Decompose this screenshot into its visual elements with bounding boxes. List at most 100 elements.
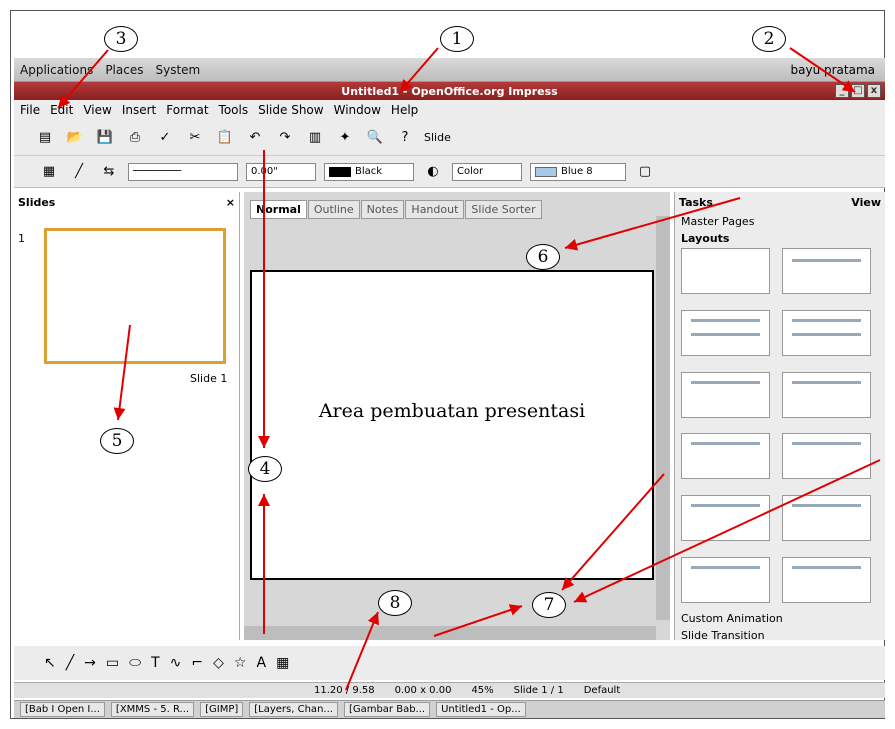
fill-mode-select[interactable]: Color [452, 162, 522, 181]
layout-blank[interactable] [681, 248, 770, 294]
menu-window[interactable]: Window [334, 103, 381, 117]
star-icon[interactable]: ☆ [234, 655, 247, 671]
save-icon[interactable]: 💾 [94, 127, 116, 149]
slide-label: Slide 1 [190, 372, 228, 385]
layout-chart[interactable] [681, 433, 770, 480]
user-name: bayu pratama [790, 62, 876, 77]
undo-icon[interactable]: ↶ [244, 127, 266, 149]
tab-normal[interactable]: Normal [250, 200, 307, 219]
restore-icon[interactable]: □ [851, 84, 865, 98]
line-tool-icon[interactable]: ╱ [66, 655, 74, 671]
arrow-style-icon[interactable]: ⇆ [98, 161, 120, 183]
tasks-title: Tasks [679, 196, 713, 209]
window-controls: _ □ x [835, 84, 881, 98]
tab-slide-sorter[interactable]: Slide Sorter [465, 200, 542, 219]
tasks-view-menu[interactable]: View [851, 196, 881, 209]
layout-title-content[interactable] [681, 309, 770, 356]
taskbar-item[interactable]: [GIMP] [200, 702, 244, 717]
layouts-section[interactable]: Layouts [675, 230, 885, 247]
layout-title-only[interactable] [782, 248, 871, 294]
taskbar-item[interactable]: [XMMS - 5. R... [110, 702, 195, 717]
fill-color-label: Blue 8 [561, 166, 593, 177]
slide-text: Area pembuatan presentasi [318, 400, 586, 422]
line-width-field[interactable]: 0.00" [246, 162, 316, 181]
layout-table[interactable] [782, 433, 871, 480]
minimize-icon[interactable]: _ [835, 84, 849, 98]
bottom-taskbar: [Bab I Open I... [XMMS - 5. R... [GIMP] … [14, 700, 885, 718]
chart-icon[interactable]: ▥ [304, 127, 326, 149]
line-icon[interactable]: ╱ [68, 161, 90, 183]
ellipse-icon[interactable]: ⬭ [129, 655, 141, 671]
connector-icon[interactable]: ⌐ [191, 655, 203, 671]
style-icon[interactable]: ▦ [38, 161, 60, 183]
layout-chart-text[interactable] [782, 557, 871, 604]
gallery-icon[interactable]: ▦ [276, 655, 289, 671]
callout-8: 8 [378, 590, 412, 616]
tab-handout[interactable]: Handout [405, 200, 465, 219]
custom-animation-section[interactable]: Custom Animation [675, 610, 885, 627]
slide-button[interactable]: Slide [424, 131, 451, 144]
tab-notes[interactable]: Notes [360, 200, 405, 219]
vertical-scrollbar[interactable] [656, 216, 670, 620]
text-icon[interactable]: T [151, 655, 160, 671]
shadow-icon[interactable]: ▢ [634, 161, 656, 183]
menu-format[interactable]: Format [166, 103, 208, 117]
curve-icon[interactable]: ∿ [170, 655, 182, 671]
applications-menu[interactable]: Applications [20, 63, 93, 77]
close-icon[interactable]: x [867, 84, 881, 98]
select-icon[interactable]: ↖ [44, 655, 56, 671]
tab-outline[interactable]: Outline [307, 200, 360, 219]
cursor-position: 11.20 / 9.58 [314, 685, 375, 696]
open-icon[interactable]: 📂 [64, 127, 86, 149]
line-color-select[interactable]: Black [324, 162, 414, 181]
menu-slideshow[interactable]: Slide Show [258, 103, 323, 117]
system-menu[interactable]: System [155, 63, 200, 77]
arrow-tool-icon[interactable]: → [84, 655, 96, 671]
layout-title-2content[interactable] [782, 309, 871, 356]
spellcheck-icon[interactable]: ✓ [154, 127, 176, 149]
window-title: Untitled1 - OpenOffice.org Impress [341, 84, 558, 98]
layout-text-clipart[interactable] [681, 557, 770, 604]
cut-icon[interactable]: ✂ [184, 127, 206, 149]
menu-help[interactable]: Help [391, 103, 418, 117]
menu-view[interactable]: View [83, 103, 111, 117]
navigator-icon[interactable]: ✦ [334, 127, 356, 149]
callout-5: 5 [100, 428, 134, 454]
menu-tools[interactable]: Tools [219, 103, 249, 117]
rectangle-icon[interactable]: ▭ [106, 655, 119, 671]
layout-title[interactable] [681, 371, 770, 418]
taskbar-item[interactable]: [Bab I Open I... [20, 702, 105, 717]
tasks-header: Tasks View [675, 192, 885, 213]
menu-file[interactable]: File [20, 103, 40, 117]
line-style-select[interactable]: ──────── [128, 162, 238, 181]
drawing-toolbar: ↖ ╱ → ▭ ⬭ T ∿ ⌐ ◇ ☆ A ▦ [14, 646, 885, 680]
zoom-icon[interactable]: 🔍 [364, 127, 386, 149]
master-pages-section[interactable]: Master Pages [675, 213, 885, 230]
places-menu[interactable]: Places [105, 63, 143, 77]
print-icon[interactable]: ⎙ [124, 127, 146, 149]
menu-edit[interactable]: Edit [50, 103, 73, 117]
close-icon[interactable]: × [226, 196, 235, 209]
layout-text-chart[interactable] [782, 495, 871, 542]
taskbar-item[interactable]: [Gambar Bab... [343, 702, 431, 717]
layout-clipart-text[interactable] [681, 495, 770, 542]
slide-canvas[interactable]: Area pembuatan presentasi [250, 270, 654, 580]
callout-2: 2 [752, 26, 786, 52]
paste-icon[interactable]: 📋 [214, 127, 236, 149]
menu-insert[interactable]: Insert [122, 103, 156, 117]
horizontal-scrollbar[interactable] [244, 626, 656, 640]
layout-centered-text[interactable] [782, 371, 871, 418]
fill-color-select[interactable]: Blue 8 [530, 162, 626, 181]
help-icon[interactable]: ? [394, 127, 416, 149]
taskbar-item[interactable]: Untitled1 - Op... [436, 702, 526, 717]
redo-icon[interactable]: ↷ [274, 127, 296, 149]
zoom-level[interactable]: 45% [471, 685, 493, 696]
fontwork-icon[interactable]: A [256, 655, 266, 671]
shapes-icon[interactable]: ◇ [213, 655, 224, 671]
area-icon[interactable]: ◐ [422, 161, 444, 183]
taskbar-item[interactable]: [Layers, Chan... [249, 702, 338, 717]
status-bar: 11.20 / 9.58 0.00 x 0.00 45% Slide 1 / 1… [14, 682, 885, 698]
new-icon[interactable]: ▤ [34, 127, 56, 149]
slide-transition-section[interactable]: Slide Transition [675, 627, 885, 644]
slide-thumbnail[interactable] [44, 228, 226, 364]
